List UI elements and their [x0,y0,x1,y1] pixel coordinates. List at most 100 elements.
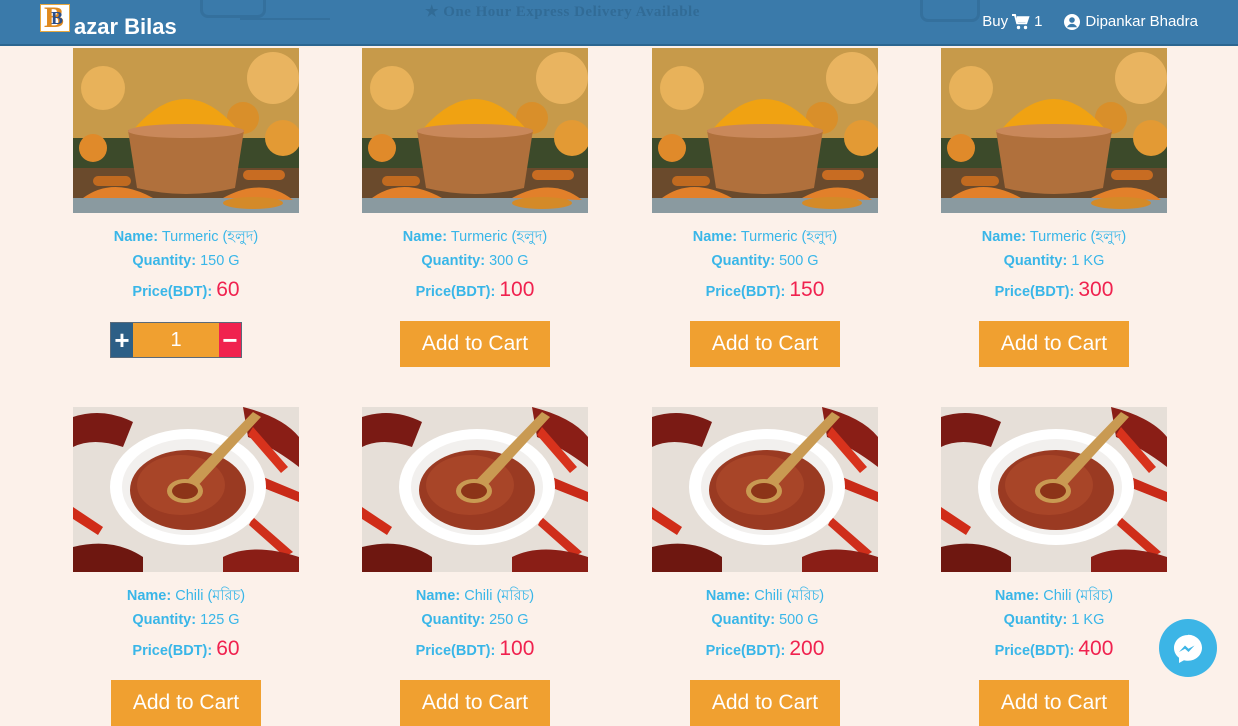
product-name: Name: Turmeric (হলুদ) [941,225,1167,249]
product-card: Name: Chili (মরিচ) Quantity: 500 G Price… [652,407,878,726]
name-value: Chili (মরিচ) [464,588,535,604]
product-card: Name: Chili (মরিচ) Quantity: 125 G Price… [73,407,299,726]
add-to-cart-button[interactable]: Add to Cart [400,680,550,726]
product-price: Price(BDT): 200 [652,632,878,668]
banner-tagline: ★ One Hour Express Delivery Available [425,4,700,20]
product-image[interactable] [73,407,299,572]
quantity-value: 1 KG [1071,612,1105,628]
banner-decoration [920,0,980,22]
product-quantity: Quantity: 150 G [73,249,299,273]
add-to-cart-button[interactable]: Add to Cart [690,680,840,726]
product-name: Name: Chili (মরিচ) [652,584,878,608]
price-value: 300 [1078,278,1114,301]
price-value: 100 [499,278,535,301]
quantity-label: Quantity: [711,612,776,628]
quantity-label: Quantity: [132,612,197,628]
logo-letter-overlay: B [51,8,64,28]
product-card: Name: Turmeric (হলুদ) Quantity: 1 KG Pri… [941,48,1167,367]
quantity-display: 1 [133,323,219,357]
product-price: Price(BDT): 100 [362,632,588,668]
price-label: Price(BDT): [415,284,496,300]
quantity-value: 1 KG [1071,253,1105,269]
user-menu[interactable]: Dipankar Bhadra [1064,13,1198,30]
quantity-value: 250 G [489,612,529,628]
product-quantity: Quantity: 125 G [73,608,299,632]
product-quantity: Quantity: 250 G [362,608,588,632]
quantity-value: 500 G [779,253,819,269]
product-quantity: Quantity: 500 G [652,249,878,273]
quantity-value: 300 G [489,253,529,269]
product-image[interactable] [362,407,588,572]
messenger-icon [1174,634,1202,663]
product-card: Name: Turmeric (হলুদ) Quantity: 150 G Pr… [73,48,299,358]
product-name: Name: Turmeric (হলুদ) [652,225,878,249]
name-label: Name: [994,588,1040,604]
user-circle-icon [1064,13,1081,30]
brand-name: azar Bilas [74,14,177,39]
product-image[interactable] [73,48,299,213]
quantity-label: Quantity: [421,612,486,628]
name-label: Name: [126,588,172,604]
product-name: Name: Turmeric (হলুদ) [73,225,299,249]
decrement-button[interactable]: − [219,323,241,357]
name-label: Name: [981,229,1027,245]
user-name: Dipankar Bhadra [1085,13,1198,30]
product-name: Name: Chili (মরিচ) [941,584,1167,608]
product-image[interactable] [652,48,878,213]
price-label: Price(BDT): [132,284,213,300]
quantity-label: Quantity: [132,253,197,269]
product-image[interactable] [652,407,878,572]
price-value: 60 [216,278,240,301]
quantity-stepper[interactable]: + 1 − [110,322,242,358]
name-value: Chili (মরিচ) [754,588,825,604]
product-price: Price(BDT): 60 [73,632,299,668]
quantity-value: 125 G [200,612,240,628]
quantity-label: Quantity: [711,253,776,269]
cart-icon [1012,13,1030,29]
name-value: Turmeric (হলুদ) [1029,229,1127,245]
product-price: Price(BDT): 300 [941,273,1167,309]
add-to-cart-button[interactable]: Add to Cart [979,321,1129,367]
quantity-value: 150 G [200,253,240,269]
name-label: Name: [113,229,159,245]
quantity-label: Quantity: [1003,612,1068,628]
add-to-cart-button[interactable]: Add to Cart [690,321,840,367]
product-quantity: Quantity: 1 KG [941,608,1167,632]
messenger-chat-button[interactable] [1159,619,1217,677]
quantity-label: Quantity: [421,253,486,269]
product-quantity: Quantity: 1 KG [941,249,1167,273]
price-value: 400 [1078,637,1114,660]
add-to-cart-button[interactable]: Add to Cart [979,680,1129,726]
brand-logo-link[interactable]: B B azar Bilas [40,3,177,38]
add-to-cart-button[interactable]: Add to Cart [400,321,550,367]
product-image[interactable] [941,48,1167,213]
price-value: 150 [789,278,825,301]
product-name: Name: Chili (মরিচ) [73,584,299,608]
buy-cart-link[interactable]: Buy 1 [982,13,1042,30]
name-value: Turmeric (হলুদ) [450,229,548,245]
price-label: Price(BDT): [705,284,786,300]
increment-button[interactable]: + [111,323,133,357]
add-to-cart-button[interactable]: Add to Cart [111,680,261,726]
product-card: Name: Turmeric (হলুদ) Quantity: 300 G Pr… [362,48,588,367]
name-value: Chili (মরিচ) [1043,588,1114,604]
price-value: 60 [216,637,240,660]
product-price: Price(BDT): 400 [941,632,1167,668]
price-label: Price(BDT): [994,643,1075,659]
quantity-value: 500 G [779,612,819,628]
product-price: Price(BDT): 60 [73,273,299,309]
product-card: Name: Chili (মরিচ) Quantity: 250 G Price… [362,407,588,726]
product-image[interactable] [941,407,1167,572]
product-image[interactable] [362,48,588,213]
name-value: Turmeric (হলুদ) [740,229,838,245]
product-name: Name: Chili (মরিচ) [362,584,588,608]
product-quantity: Quantity: 300 G [362,249,588,273]
price-label: Price(BDT): [132,643,213,659]
price-label: Price(BDT): [415,643,496,659]
name-label: Name: [692,229,738,245]
name-value: Turmeric (হলুদ) [161,229,259,245]
product-card: Name: Turmeric (হলুদ) Quantity: 500 G Pr… [652,48,878,367]
top-navbar: ★ One Hour Express Delivery Available B … [0,0,1238,46]
product-price: Price(BDT): 100 [362,273,588,309]
product-quantity: Quantity: 500 G [652,608,878,632]
